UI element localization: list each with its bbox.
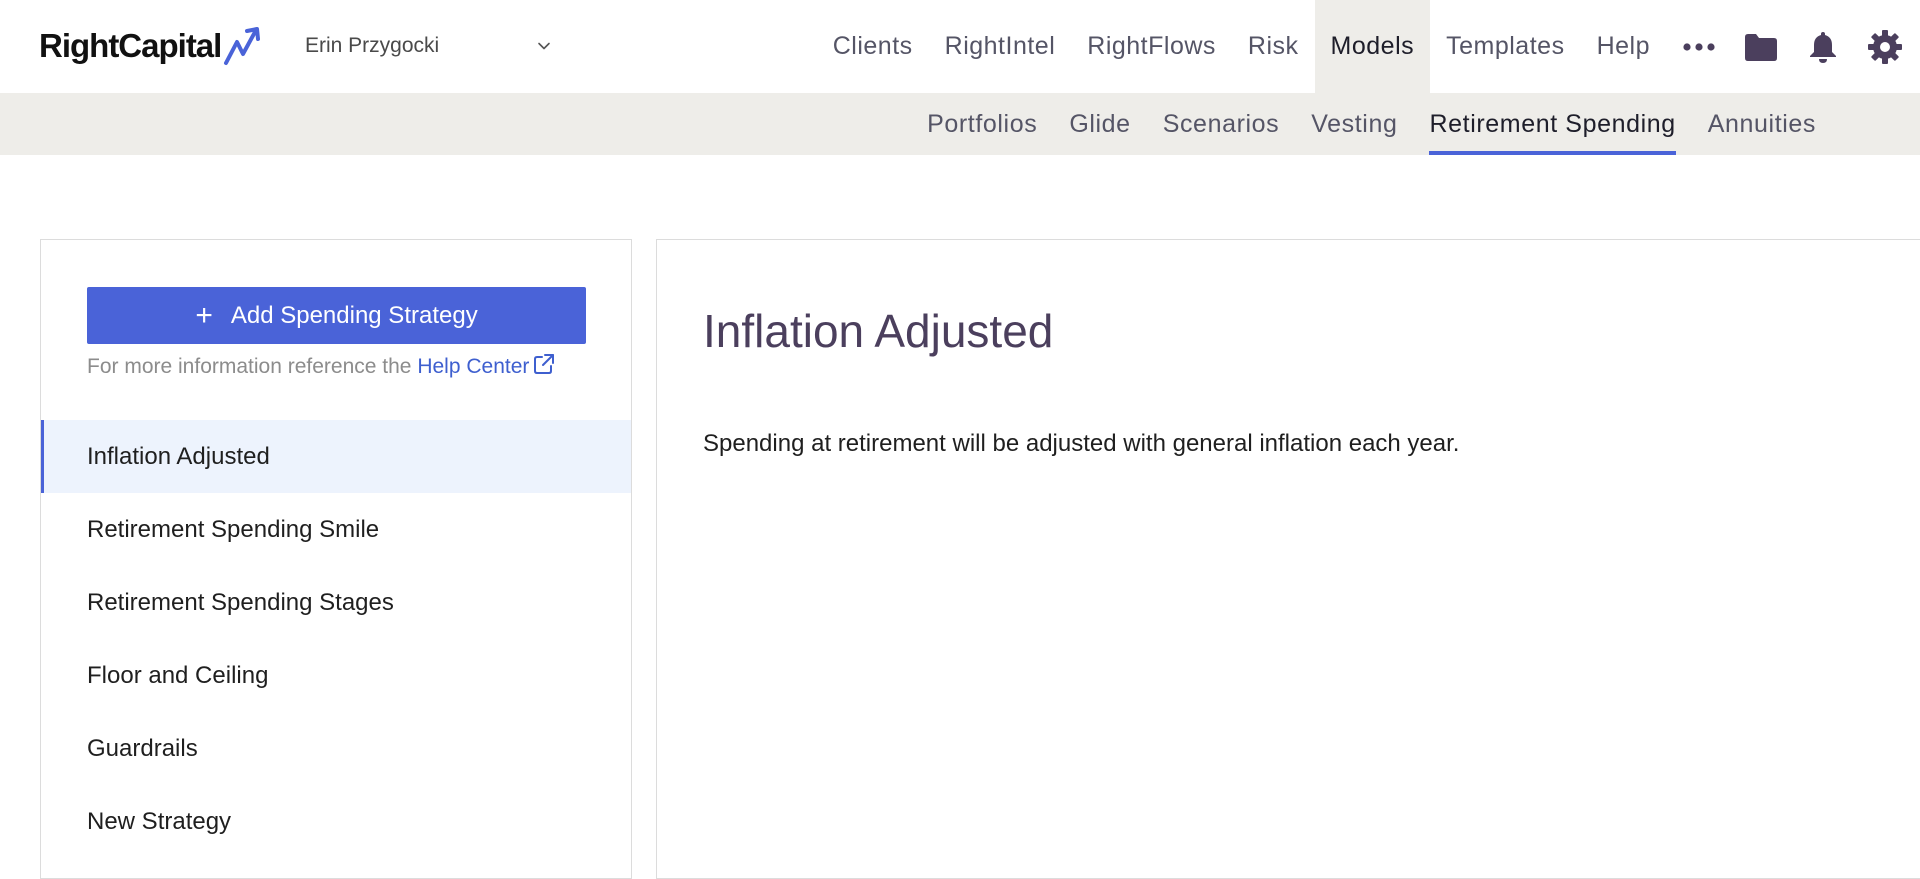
external-link-icon <box>534 354 555 374</box>
main-nav: Clients RightIntel RightFlows Risk Model… <box>817 0 1920 93</box>
plus-icon: + <box>195 298 213 332</box>
rightcapital-logo[interactable]: RightCapital <box>39 24 265 68</box>
add-button-label: Add Spending Strategy <box>230 301 478 329</box>
models-subnav: Portfolios Glide Scenarios Vesting Retir… <box>911 93 1832 155</box>
add-spending-strategy-button[interactable]: + Add Spending Strategy <box>87 287 586 344</box>
nav-rightintel[interactable]: RightIntel <box>929 0 1072 93</box>
logo-text: RightCapital <box>39 27 222 64</box>
chevron-down-icon <box>538 42 550 50</box>
logo-arrow-icon <box>224 27 261 65</box>
sub-navbar: Portfolios Glide Scenarios Vesting Retir… <box>0 93 1920 155</box>
strategy-item-retirement-spending-smile[interactable]: Retirement Spending Smile <box>41 493 631 566</box>
strategy-item-guardrails[interactable]: Guardrails <box>41 712 631 785</box>
help-prefix: For more information reference the <box>87 355 412 378</box>
strategy-item-floor-and-ceiling[interactable]: Floor and Ceiling <box>41 639 631 712</box>
nav-risk[interactable]: Risk <box>1232 0 1315 93</box>
nav-rightflows[interactable]: RightFlows <box>1071 0 1232 93</box>
folder-icon[interactable] <box>1730 0 1792 93</box>
strategy-detail-panel: Inflation Adjusted Spending at retiremen… <box>656 239 1920 879</box>
client-name: Erin Przygocki <box>305 34 440 57</box>
client-selector[interactable]: Erin Przygocki <box>305 26 557 66</box>
tab-vesting[interactable]: Vesting <box>1295 93 1413 155</box>
nav-help[interactable]: Help <box>1581 0 1666 93</box>
gear-icon[interactable] <box>1854 0 1916 93</box>
nav-models[interactable]: Models <box>1314 0 1431 93</box>
help-text: For more information reference the Help … <box>87 353 555 379</box>
tab-glide[interactable]: Glide <box>1053 93 1146 155</box>
strategy-item-new-strategy[interactable]: New Strategy <box>41 785 631 858</box>
tab-portfolios[interactable]: Portfolios <box>911 93 1053 155</box>
strategy-item-retirement-spending-stages[interactable]: Retirement Spending Stages <box>41 566 631 639</box>
nav-templates[interactable]: Templates <box>1430 0 1580 93</box>
strategy-title: Inflation Adjusted <box>703 305 1054 357</box>
top-navbar: RightCapital Erin Przygocki Clients Righ… <box>0 0 1920 93</box>
strategy-description: Spending at retirement will be adjusted … <box>703 430 1460 457</box>
strategy-list: Inflation Adjusted Retirement Spending S… <box>41 420 631 858</box>
help-center-label: Help Center <box>417 355 530 378</box>
tab-annuities[interactable]: Annuities <box>1692 93 1832 155</box>
bell-icon[interactable] <box>1792 0 1854 93</box>
help-center-link[interactable]: Help Center <box>417 354 555 378</box>
strategy-sidebar: + Add Spending Strategy For more informa… <box>40 239 632 879</box>
tab-retirement-spending[interactable]: Retirement Spending <box>1413 93 1691 155</box>
tab-scenarios[interactable]: Scenarios <box>1147 93 1296 155</box>
nav-clients[interactable]: Clients <box>817 0 929 93</box>
more-icon[interactable] <box>1668 0 1730 93</box>
strategy-item-inflation-adjusted[interactable]: Inflation Adjusted <box>41 420 631 493</box>
